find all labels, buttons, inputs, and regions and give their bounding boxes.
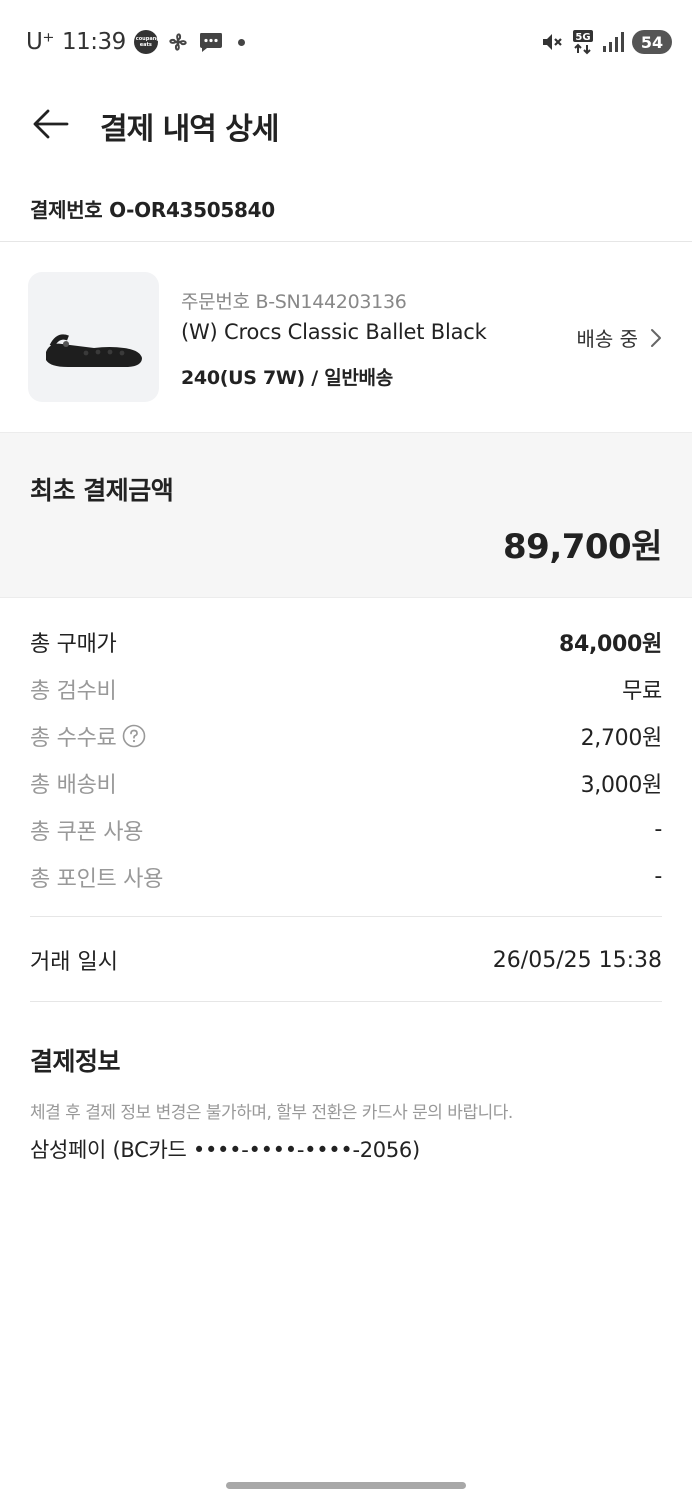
price-breakdown: 총 구매가 84,000원 총 검수비 무료 총 수수료 2,700원 총 배송… — [30, 618, 662, 900]
total-summary: 최초 결제금액 89,700원 — [0, 432, 692, 598]
pinwheel-icon — [166, 30, 190, 54]
breakdown-row-points: 총 포인트 사용 - — [30, 853, 662, 900]
breakdown-value: - — [654, 817, 662, 842]
payment-number: 결제번호 O-OR43505840 — [30, 198, 275, 222]
product-name: (W) Crocs Classic Ballet Black — [181, 320, 487, 344]
breakdown-row-coupon: 총 쿠폰 사용 - — [30, 806, 662, 853]
divider — [30, 1001, 662, 1002]
breakdown-value: 2,700원 — [580, 725, 663, 751]
carrier-label: U⁺ — [26, 29, 54, 55]
breakdown-value: 무료 — [622, 678, 662, 704]
status-bar: U⁺ 11:39 coupang eats 5G 54 — [0, 0, 692, 84]
breakdown-label: 총 구매가 — [30, 631, 117, 657]
back-button[interactable] — [28, 102, 72, 146]
chat-icon — [198, 30, 224, 54]
status-right: 5G 54 — [532, 28, 672, 56]
shipping-status[interactable]: 배송 중 — [576, 323, 662, 352]
breakdown-label: 총 포인트 사용 — [30, 866, 164, 892]
product-card[interactable]: 주문번호 B-SN144203136 (W) Crocs Classic Bal… — [0, 243, 692, 431]
transaction-datetime: 26/05/25 15:38 — [492, 947, 662, 973]
signal-icon — [602, 31, 624, 53]
breakdown-row-inspection: 총 검수비 무료 — [30, 665, 662, 712]
notification-dot-icon — [237, 38, 245, 46]
shoe-image — [46, 334, 142, 367]
transaction-row: 거래 일시 26/05/25 15:38 — [30, 938, 662, 982]
chevron-right-icon — [650, 328, 662, 348]
product-thumbnail — [28, 272, 159, 402]
shipping-status-label: 배송 중 — [576, 327, 638, 351]
breakdown-row-purchase: 총 구매가 84,000원 — [30, 618, 662, 665]
clock: 11:39 — [61, 29, 126, 55]
eats-icon: coupang eats — [133, 30, 160, 54]
divider — [30, 916, 662, 917]
breakdown-row-shipping: 총 배송비 3,000원 — [30, 759, 662, 806]
product-option: 240(US 7W) / 일반배송 — [181, 367, 393, 389]
divider — [0, 241, 692, 242]
breakdown-label-fee: 총 수수료 — [30, 720, 146, 752]
app-header: 결제 내역 상세 — [0, 84, 692, 164]
breakdown-label: 총 수수료 — [30, 725, 117, 751]
breakdown-value: - — [654, 864, 662, 889]
breakdown-label: 총 검수비 — [30, 678, 117, 704]
battery-icon: 54 — [632, 30, 672, 54]
order-number: 주문번호 B-SN144203136 — [181, 291, 407, 313]
transaction-label: 거래 일시 — [30, 950, 118, 975]
payment-info-note: 체결 후 결제 정보 변경은 불가하며, 할부 전환은 카드사 문의 바랍니다. — [30, 1103, 513, 1123]
breakdown-value: 84,000원 — [558, 631, 662, 657]
breakdown-value: 3,000원 — [580, 772, 663, 798]
5g-icon: 5G — [572, 29, 594, 55]
arrow-left-icon — [33, 109, 69, 139]
breakdown-label: 총 쿠폰 사용 — [30, 819, 144, 845]
mute-icon — [540, 30, 564, 54]
home-indicator[interactable] — [226, 1482, 466, 1489]
payment-info-title: 결제정보 — [30, 1047, 121, 1076]
eats-icon-text: coupang eats — [135, 36, 160, 48]
payment-method: 삼성페이 (BC카드 ••••-••••-••••-2056) — [30, 1138, 420, 1162]
breakdown-label: 총 배송비 — [30, 772, 117, 798]
svg-text:5G: 5G — [575, 32, 590, 43]
breakdown-row-fee: 총 수수료 2,700원 — [30, 712, 662, 759]
question-circle-icon[interactable] — [122, 724, 146, 748]
status-left: U⁺ 11:39 coupang eats — [26, 26, 245, 58]
page-title: 결제 내역 상세 — [100, 112, 279, 147]
total-label: 최초 결제금액 — [30, 476, 174, 505]
total-amount: 89,700원 — [503, 527, 662, 567]
